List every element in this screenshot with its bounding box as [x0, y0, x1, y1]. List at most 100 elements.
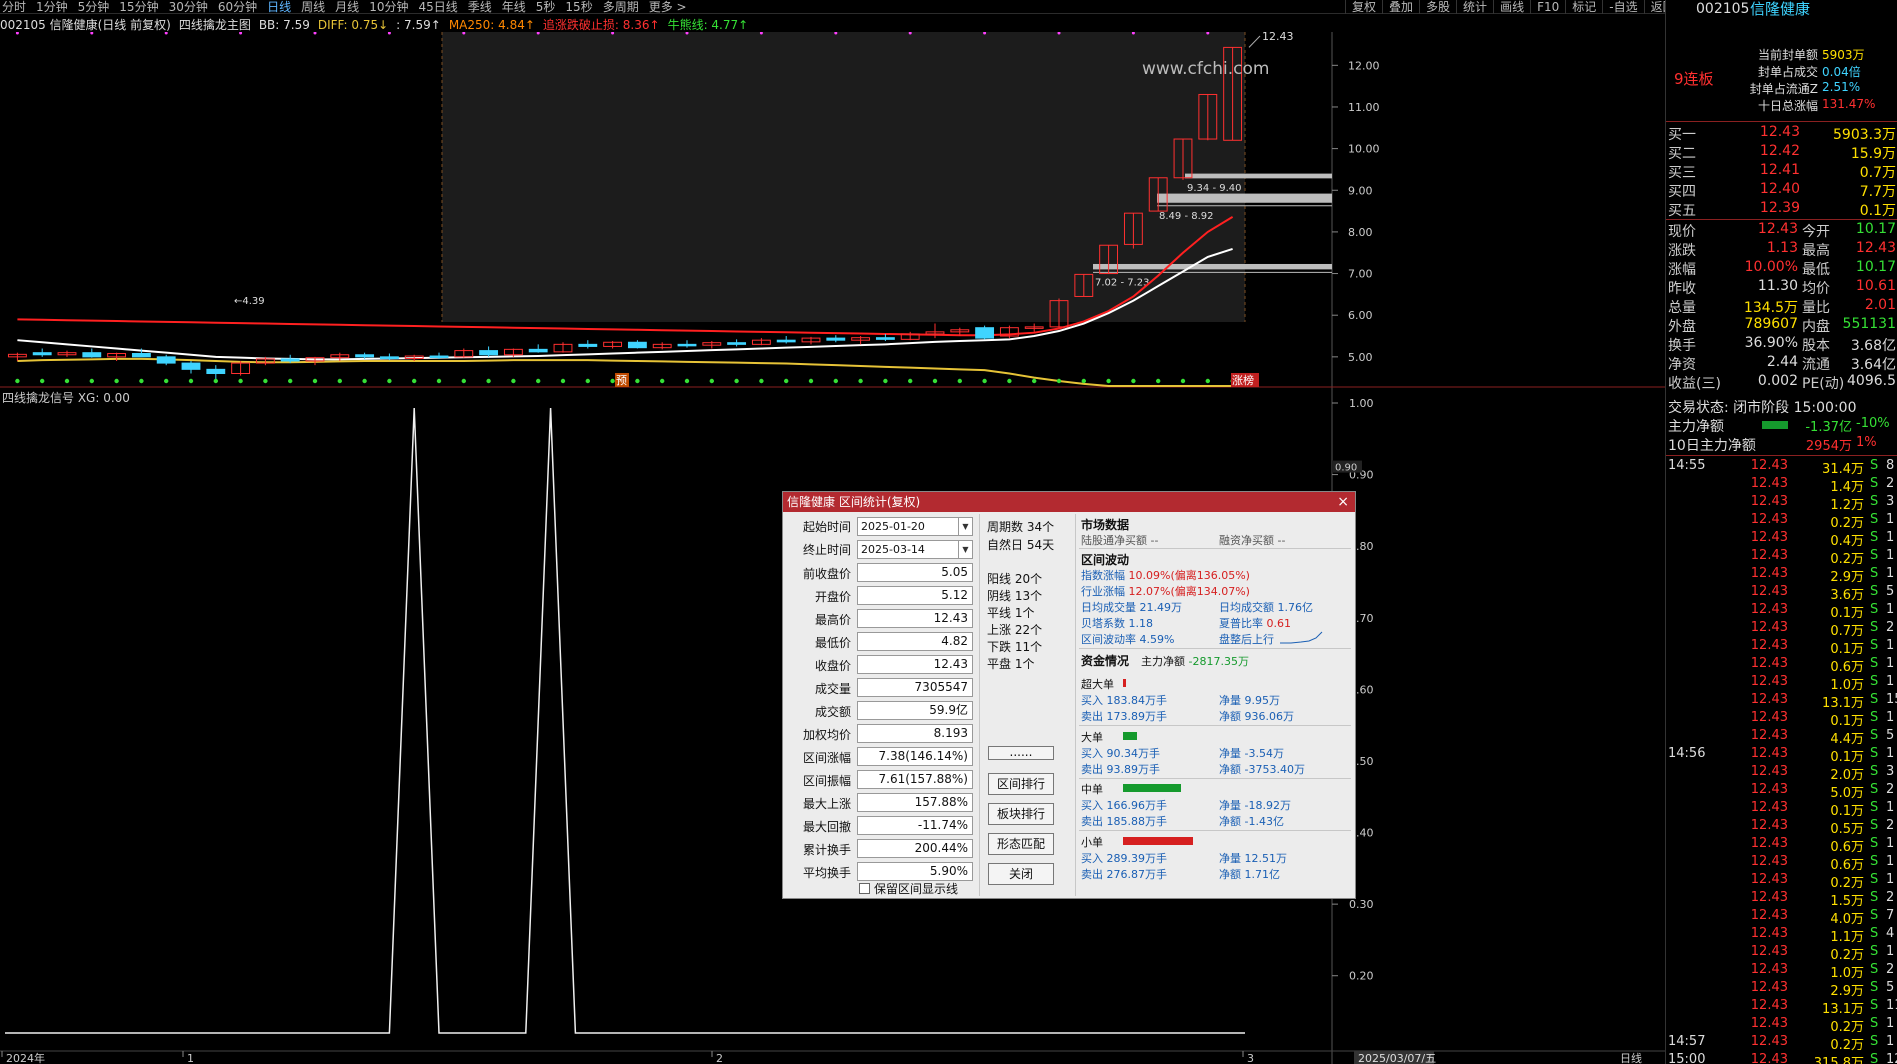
- tick-volume: 13.1万: [1822, 1002, 1864, 1017]
- stat-value: 551131: [1842, 316, 1896, 332]
- tool-button[interactable]: 统计: [1456, 0, 1493, 14]
- field-value[interactable]: 59.9亿: [857, 701, 973, 720]
- tick-side: S: [1870, 710, 1879, 725]
- stat-value: 4096.5: [1847, 373, 1896, 389]
- checkbox-icon[interactable]: [859, 883, 870, 894]
- field-value[interactable]: 7305547: [857, 678, 973, 697]
- period-tab[interactable]: 10分钟: [369, 0, 408, 14]
- quote-panel: 002105 信隆健康 9连板 当前封单额 5903万 封单占成交 0.04倍 封单占流通Z 2…: [1665, 0, 1897, 1064]
- period-tab[interactable]: 周线: [301, 0, 325, 14]
- avg-volume-value: 21.49万: [1139, 601, 1183, 614]
- tick-count: 8: [1886, 458, 1895, 473]
- signal-dot: [412, 378, 417, 384]
- dialog-button[interactable]: 板块排行: [988, 803, 1054, 825]
- field-value[interactable]: 7.38(146.14%): [857, 747, 973, 766]
- signal-dot: [660, 378, 665, 384]
- fund-bar: [1123, 837, 1193, 845]
- field-value[interactable]: 4.82: [857, 632, 973, 651]
- start-date-value: 2025-01-20: [861, 520, 925, 533]
- interval-stats-dialog: 信隆健康 区间统计(复权) × 起始时间 2025-01-20 ▼ 终止时间 20…: [782, 491, 1356, 899]
- tool-button[interactable]: 画线: [1493, 0, 1530, 14]
- signal-dot: [312, 378, 318, 384]
- dialog-button[interactable]: 关闭: [988, 863, 1054, 885]
- tool-button[interactable]: F10: [1530, 0, 1565, 14]
- period-tab[interactable]: 更多 >: [649, 0, 687, 14]
- end-date-select[interactable]: 2025-03-14 ▼: [857, 540, 973, 559]
- index-change-value: 10.09%: [1128, 569, 1171, 582]
- period-tab[interactable]: 日线: [267, 0, 291, 14]
- field-value[interactable]: 8.193: [857, 724, 973, 743]
- period-tab[interactable]: 季线: [468, 0, 492, 14]
- dialog-title[interactable]: 信隆健康 区间统计(复权): [783, 492, 1355, 512]
- tool-button[interactable]: 标记: [1565, 0, 1602, 14]
- candle-count: 阴线 13个: [987, 589, 1043, 603]
- period-tab[interactable]: 分时: [2, 0, 26, 14]
- candle-body: [131, 353, 151, 358]
- candle-count: 上涨 22个: [987, 623, 1043, 637]
- tick-price: 12.43: [1750, 962, 1788, 977]
- field-value[interactable]: 157.88%: [857, 793, 973, 812]
- tool-button[interactable]: 复权: [1345, 0, 1382, 14]
- field-value[interactable]: 200.44%: [857, 839, 973, 858]
- dialog-button[interactable]: ......: [988, 746, 1054, 760]
- tick-volume: 0.2万: [1830, 1038, 1864, 1053]
- candle-body: [355, 354, 375, 358]
- period-tab[interactable]: 多周期: [603, 0, 639, 14]
- close-icon[interactable]: ×: [1337, 493, 1349, 511]
- funds-main-label: 主力净额: [1141, 655, 1185, 668]
- period-tab[interactable]: 5秒: [536, 0, 556, 14]
- field-value[interactable]: 12.43: [857, 609, 973, 628]
- stat-label: 流通: [1802, 357, 1830, 373]
- top-marker-dot: [387, 32, 391, 35]
- top-marker-dot: [15, 32, 19, 35]
- dialog-button[interactable]: 区间排行: [988, 773, 1054, 795]
- signal-dot: [288, 378, 293, 384]
- tick-price: 12.43: [1750, 854, 1788, 869]
- field-label: 最大上涨: [802, 797, 851, 811]
- tick-price: 12.43: [1750, 1034, 1788, 1049]
- divider: [1666, 219, 1897, 220]
- field-value[interactable]: 7.61(157.88%): [857, 770, 973, 789]
- tick-time: 14:56: [1668, 746, 1706, 761]
- tick-price: 12.43: [1750, 872, 1788, 887]
- stat-label: 涨跌: [1668, 243, 1696, 259]
- stat-label: 昨收: [1668, 281, 1696, 297]
- period-tab[interactable]: 30分钟: [169, 0, 208, 14]
- tool-button[interactable]: 多股: [1419, 0, 1456, 14]
- tick-side: S: [1870, 512, 1879, 527]
- field-value[interactable]: 5.05: [857, 563, 973, 582]
- divider: [979, 514, 980, 896]
- field-value[interactable]: 12.43: [857, 655, 973, 674]
- main-indicator-name[interactable]: 四线擒龙主图: [179, 17, 251, 33]
- tool-button[interactable]: -自选: [1602, 0, 1643, 14]
- tick-price: 12.43: [1750, 656, 1788, 671]
- end-date-value: 2025-03-14: [861, 543, 925, 556]
- period-tab[interactable]: 45日线: [418, 0, 457, 14]
- field-value[interactable]: 5.12: [857, 586, 973, 605]
- zone-bar: [1157, 193, 1332, 203]
- field-value[interactable]: 5.90%: [857, 862, 973, 881]
- stat-label: 最低: [1802, 262, 1830, 278]
- zone-label: 7.02 - 7.23: [1095, 277, 1150, 288]
- beta: 贝塔系数 1.18: [1081, 615, 1153, 631]
- bid-volume: 0.1万: [1859, 203, 1896, 219]
- dialog-button[interactable]: 形态匹配: [988, 833, 1054, 855]
- price-chart[interactable]: 12.00 11.00 10.00 9.00 8.00 7.00 6.00 5.00 9.34 …: [0, 32, 1665, 388]
- period-tab[interactable]: 1分钟: [36, 0, 68, 14]
- period-tab[interactable]: 15秒: [565, 0, 592, 14]
- period-tab[interactable]: 5分钟: [78, 0, 110, 14]
- period-tab[interactable]: 月线: [335, 0, 359, 14]
- tick-side: S: [1870, 890, 1879, 905]
- tick-volume: 4.0万: [1830, 912, 1864, 927]
- chart-tools: 复权 叠加 多股 统计 画线 F10 标记 -自选 返回: [1345, 0, 1681, 14]
- period-tab[interactable]: 年线: [502, 0, 526, 14]
- keep-line-option[interactable]: 保留区间显示线: [859, 880, 958, 897]
- tool-button[interactable]: 叠加: [1382, 0, 1419, 14]
- tick-volume: 0.2万: [1830, 516, 1864, 531]
- start-date-select[interactable]: 2025-01-20 ▼: [857, 517, 973, 536]
- tick-volume: 3.6万: [1830, 588, 1864, 603]
- period-tab[interactable]: 15分钟: [119, 0, 158, 14]
- tick-side: S: [1870, 674, 1879, 689]
- field-value[interactable]: -11.74%: [857, 816, 973, 835]
- period-tab[interactable]: 60分钟: [218, 0, 257, 14]
